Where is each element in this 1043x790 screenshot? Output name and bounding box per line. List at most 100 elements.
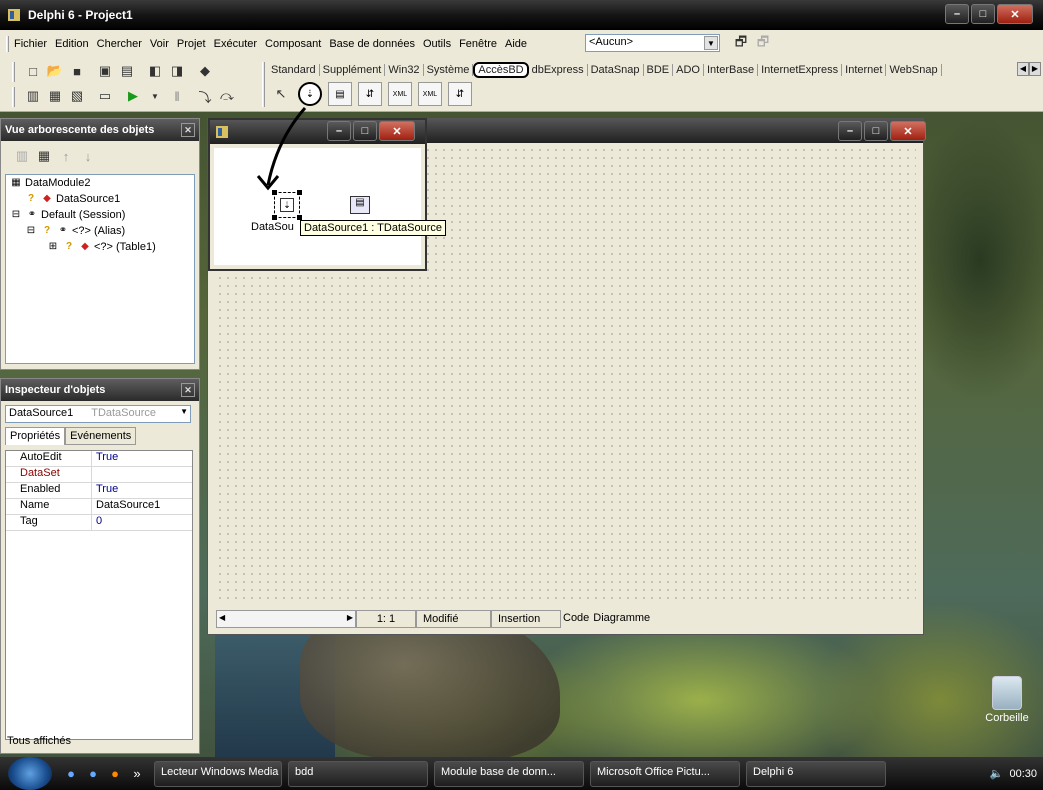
palette-tab-internet[interactable]: Internet <box>842 64 887 76</box>
chevron-down-icon[interactable]: ▼ <box>180 407 188 416</box>
new-form-icon[interactable]: ▭ <box>96 87 114 105</box>
data-module-surface[interactable]: ⇣ ▤ <box>214 148 421 265</box>
tab-proprietes[interactable]: Propriétés <box>5 427 66 445</box>
datasetprovider-icon[interactable]: ⇵ <box>358 82 382 106</box>
property-row[interactable]: Enabled True <box>6 483 192 499</box>
xmltransformclient-icon[interactable]: ⇵ <box>448 82 472 106</box>
data-module-title-bar[interactable]: – □ ✕ <box>210 120 425 144</box>
maximize-button[interactable]: □ <box>353 121 377 141</box>
menu-base-de-donnees[interactable]: Base de données <box>325 38 419 50</box>
menu-edition[interactable]: Edition <box>51 38 93 50</box>
minimize-button[interactable]: – <box>327 121 351 141</box>
new-icon[interactable]: □ <box>24 62 42 80</box>
property-row[interactable]: DataSet <box>6 467 192 483</box>
property-value[interactable]: DataSource1 <box>92 499 160 514</box>
close-icon[interactable]: ✕ <box>181 123 195 137</box>
menu-fichier[interactable]: Fichier <box>10 38 51 50</box>
task-delphi[interactable]: Delphi 6 <box>746 760 886 787</box>
main-title-bar[interactable]: Delphi 6 - Project1 – □ ✕ <box>0 0 1043 30</box>
object-tree-title-bar[interactable]: Vue arborescente des objets ✕ <box>1 119 199 141</box>
xmltransform-icon[interactable]: XML <box>388 82 412 106</box>
toggle-form-unit-icon[interactable]: ▧ <box>68 87 86 105</box>
clock[interactable]: 00:30 <box>1009 768 1037 780</box>
xmltransformprovider-icon[interactable]: XML <box>418 82 442 106</box>
tree-item-table[interactable]: ⊞ ? ◆ <?> (Table1) <box>6 239 194 255</box>
menu-fenetre[interactable]: Fenêtre <box>455 38 501 50</box>
tree-item-session[interactable]: ⊟ ⚭ Default (Session) <box>6 207 194 223</box>
chevron-down-icon[interactable]: ▼ <box>704 36 718 50</box>
horizontal-scrollbar[interactable]: ◀ ▶ <box>216 610 356 628</box>
tree-item-datasource[interactable]: ? ◆ DataSource1 <box>6 191 194 207</box>
property-row[interactable]: AutoEdit True <box>6 451 192 467</box>
menu-aide[interactable]: Aide <box>501 38 531 50</box>
new-item-icon[interactable]: ▥ <box>13 147 31 165</box>
scroll-right-icon[interactable]: ▶ <box>347 613 353 622</box>
datasource-icon[interactable]: ⇣ <box>298 82 322 106</box>
property-value[interactable] <box>92 467 96 482</box>
palette-tab-bde[interactable]: BDE <box>644 64 674 76</box>
palette-tab-dbexpress[interactable]: dbExpress <box>529 64 588 76</box>
task-module-bdd[interactable]: Module base de donn... <box>434 760 584 787</box>
property-value[interactable]: 0 <box>92 515 102 530</box>
menu-voir[interactable]: Voir <box>146 38 173 50</box>
desktop-config-combo[interactable]: <Aucun> ▼ <box>585 34 720 52</box>
menu-projet[interactable]: Projet <box>173 38 210 50</box>
save-icon[interactable]: ■ <box>68 62 86 80</box>
minimize-button[interactable]: – <box>945 4 969 24</box>
close-icon[interactable]: ✕ <box>181 383 195 397</box>
menu-chercher[interactable]: Chercher <box>93 38 146 50</box>
object-inspector-title-bar[interactable]: Inspecteur d'objets ✕ <box>1 379 199 401</box>
trace-into-icon[interactable]: ⤵ <box>196 87 214 105</box>
tree-item-datamodule[interactable]: ▦ DataModule2 <box>6 175 194 191</box>
step-over-icon[interactable]: ⤼ <box>218 87 236 105</box>
palette-tab-internetexpress[interactable]: InternetExpress <box>758 64 843 76</box>
property-value[interactable]: True <box>92 451 118 466</box>
datasource-component[interactable]: ⇣ <box>272 190 302 220</box>
menu-composant[interactable]: Composant <box>261 38 325 50</box>
palette-tab-interbase[interactable]: InterBase <box>704 64 759 76</box>
palette-scroll-right-icon[interactable]: ▶ <box>1029 62 1041 76</box>
table-component-icon[interactable]: ▤ <box>350 196 370 214</box>
menu-outils[interactable]: Outils <box>419 38 455 50</box>
close-button[interactable]: ✕ <box>997 4 1033 24</box>
save-desktop-icon[interactable]: 🗗 <box>732 34 750 53</box>
maximize-button[interactable]: □ <box>971 4 995 24</box>
palette-tab-websnap[interactable]: WebSnap <box>886 64 942 76</box>
chevron-right-icon[interactable]: » <box>128 765 146 783</box>
firefox-icon[interactable]: ● <box>106 765 124 783</box>
set-debug-desktop-icon[interactable]: 🗗 <box>754 34 772 53</box>
view-unit-icon[interactable]: ▥ <box>24 87 42 105</box>
palette-tab-standard[interactable]: Standard <box>268 64 320 76</box>
clientdataset-icon[interactable]: ▤ <box>328 82 352 106</box>
close-button[interactable]: ✕ <box>379 121 415 141</box>
minimize-button[interactable]: – <box>838 121 862 141</box>
open-icon[interactable]: 📂 <box>46 62 64 80</box>
palette-scroll-left-icon[interactable]: ◀ <box>1017 62 1029 76</box>
task-bdd[interactable]: bdd <box>288 760 428 787</box>
selection-handle[interactable] <box>297 190 302 195</box>
property-row[interactable]: Tag 0 <box>6 515 192 531</box>
help-icon[interactable]: ◆ <box>196 62 214 80</box>
move-down-icon[interactable]: ↓ <box>79 147 97 165</box>
palette-tab-datasnap[interactable]: DataSnap <box>588 64 644 76</box>
tab-code[interactable]: Code <box>561 610 591 628</box>
tab-diagramme[interactable]: Diagramme <box>591 610 652 628</box>
task-office-picture[interactable]: Microsoft Office Pictu... <box>590 760 740 787</box>
tree-item-alias[interactable]: ⊟ ? ⚭ <?> (Alias) <box>6 223 194 239</box>
selection-handle[interactable] <box>272 215 277 220</box>
close-button[interactable]: ✕ <box>890 121 926 141</box>
run-icon[interactable]: ▶ <box>124 87 142 105</box>
view-form-icon[interactable]: ▦ <box>46 87 64 105</box>
pointer-icon[interactable]: ↖ <box>272 85 290 103</box>
run-dropdown-icon[interactable]: ▼ <box>146 87 164 105</box>
task-windows-media[interactable]: Lecteur Windows Media <box>154 760 282 787</box>
property-value[interactable]: True <box>92 483 118 498</box>
palette-tab-ado[interactable]: ADO <box>673 64 704 76</box>
expand-icon[interactable]: ⊞ <box>46 241 60 253</box>
quicklaunch-icon[interactable]: ● <box>62 765 80 783</box>
move-up-icon[interactable]: ↑ <box>57 147 75 165</box>
recycle-bin[interactable]: Corbeille <box>982 676 1032 724</box>
property-row[interactable]: Name DataSource1 <box>6 499 192 515</box>
palette-tab-systeme[interactable]: Système <box>424 64 474 76</box>
palette-tab-supplement[interactable]: Supplément <box>320 64 386 76</box>
